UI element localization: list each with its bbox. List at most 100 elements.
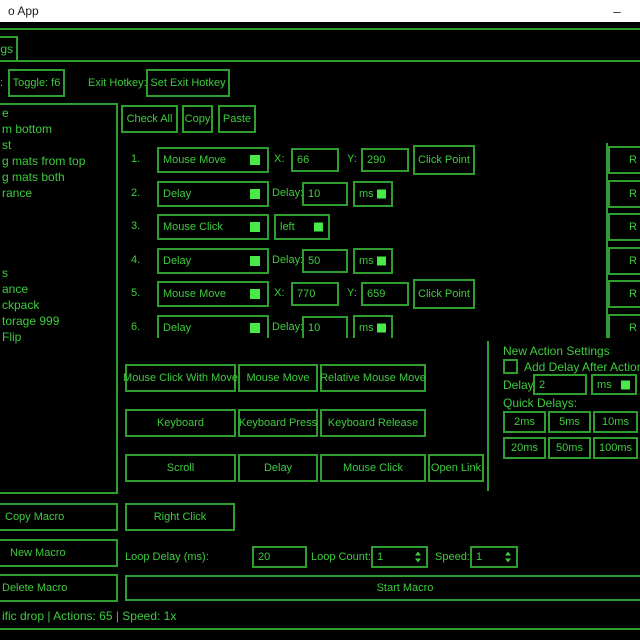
add-mouse-click-with-move-button[interactable]: Mouse Click With Move bbox=[125, 364, 236, 392]
copy-macro-button[interactable]: Copy Macro bbox=[0, 503, 118, 531]
minimize-icon: – bbox=[613, 4, 620, 19]
hotkey-label-fragment: : bbox=[0, 77, 3, 89]
action-type-dropdown[interactable]: Mouse Move bbox=[157, 147, 269, 173]
dropdown-indicator-icon bbox=[621, 380, 630, 389]
quick-delay-2ms-button[interactable]: 2ms bbox=[503, 411, 546, 433]
copy-button[interactable]: Copy bbox=[182, 105, 213, 133]
row-number: 6. bbox=[131, 321, 140, 333]
remove-button[interactable]: R bbox=[608, 180, 640, 208]
x-label: X: bbox=[274, 153, 284, 165]
new-action-settings-title: New Action Settings bbox=[503, 344, 610, 358]
paste-button[interactable]: Paste bbox=[218, 105, 256, 133]
delete-macro-button[interactable]: Delete Macro bbox=[0, 574, 118, 602]
delay-input[interactable]: 50 bbox=[302, 249, 348, 273]
dropdown-indicator-icon bbox=[250, 155, 260, 165]
spinner-up-icon[interactable] bbox=[505, 552, 511, 556]
settings-tab[interactable]: gs bbox=[0, 36, 18, 62]
title-bar: o App bbox=[0, 0, 640, 22]
add-delay-checkbox[interactable] bbox=[503, 359, 518, 374]
delay-input[interactable]: 10 bbox=[302, 182, 348, 206]
remove-button[interactable]: R bbox=[608, 314, 640, 338]
bottom-border-line bbox=[0, 628, 640, 630]
loop-delay-input[interactable]: 20 bbox=[252, 546, 307, 568]
new-macro-button[interactable]: New Macro bbox=[0, 539, 118, 567]
add-mouse-move-button[interactable]: Mouse Move bbox=[238, 364, 318, 392]
unit-dropdown[interactable]: ms bbox=[353, 248, 393, 274]
row-number: 3. bbox=[131, 220, 140, 232]
dropdown-indicator-icon bbox=[377, 324, 386, 333]
quick-delay-5ms-button[interactable]: 5ms bbox=[548, 411, 591, 433]
spinner-down-icon[interactable] bbox=[415, 559, 421, 563]
add-scroll-button[interactable]: Scroll bbox=[125, 454, 236, 482]
quick-delays-label: Quick Delays: bbox=[503, 396, 577, 410]
add-keyboard-release-button[interactable]: Keyboard Release bbox=[320, 409, 426, 437]
macro-list-item[interactable]: m bottom bbox=[2, 121, 52, 137]
add-right-click-button[interactable]: Right Click bbox=[125, 503, 235, 531]
x-input[interactable]: 66 bbox=[291, 148, 339, 172]
quick-delay-20ms-button[interactable]: 20ms bbox=[503, 437, 546, 459]
toggle-hotkey-button[interactable]: Toggle: f6 bbox=[8, 69, 65, 97]
remove-button[interactable]: R bbox=[608, 213, 640, 241]
exit-hotkey-label: Exit Hotkey: bbox=[88, 77, 147, 89]
quick-delay-100ms-button[interactable]: 100ms bbox=[593, 437, 638, 459]
minimize-button[interactable]: – bbox=[602, 0, 632, 22]
y-input[interactable]: 290 bbox=[361, 148, 409, 172]
action-type-dropdown[interactable]: Delay bbox=[157, 248, 269, 274]
unit-dropdown[interactable]: ms bbox=[353, 181, 393, 207]
x-label: X: bbox=[274, 287, 284, 299]
window-title: o App bbox=[0, 4, 39, 18]
menu-underline bbox=[0, 60, 640, 62]
click-point-button[interactable]: Click Point bbox=[413, 279, 475, 309]
macro-list-item[interactable]: g mats from top bbox=[2, 153, 85, 169]
action-type-dropdown[interactable]: Mouse Click bbox=[157, 214, 269, 240]
macro-list-item[interactable]: e bbox=[2, 105, 9, 121]
add-keyboard-press-button[interactable]: Keyboard Press bbox=[238, 409, 318, 437]
new-delay-input[interactable]: 2 bbox=[533, 374, 587, 395]
check-all-button[interactable]: Check All bbox=[121, 105, 178, 133]
add-open-link-button[interactable]: Open Link bbox=[428, 454, 484, 482]
add-keyboard-button[interactable]: Keyboard bbox=[125, 409, 236, 437]
quick-delay-50ms-button[interactable]: 50ms bbox=[548, 437, 591, 459]
unit-dropdown[interactable]: ms bbox=[353, 315, 393, 338]
dropdown-indicator-icon bbox=[314, 223, 323, 232]
macro-list-item[interactable]: ckpack bbox=[2, 297, 39, 313]
remove-button[interactable]: R bbox=[608, 146, 640, 174]
macro-list-item[interactable]: rance bbox=[2, 185, 32, 201]
add-delay-button[interactable]: Delay bbox=[238, 454, 318, 482]
delay-label: Delay: bbox=[272, 321, 303, 333]
macro-list-item[interactable]: st bbox=[2, 137, 11, 153]
status-text: ific drop | Actions: 65 | Speed: 1x bbox=[2, 609, 176, 623]
dropdown-indicator-icon bbox=[377, 257, 386, 266]
delay-input[interactable]: 10 bbox=[302, 316, 348, 338]
macro-list-item[interactable]: Flip bbox=[2, 329, 21, 345]
add-relative-mouse-move-button[interactable]: Relative Mouse Move bbox=[320, 364, 426, 392]
macro-list-item[interactable]: ance bbox=[2, 281, 28, 297]
start-macro-button[interactable]: Start Macro bbox=[125, 575, 640, 601]
macro-list-item[interactable]: g mats both bbox=[2, 169, 65, 185]
x-input[interactable]: 770 bbox=[291, 282, 339, 306]
new-unit-dropdown[interactable]: ms bbox=[591, 374, 637, 395]
set-exit-hotkey-button[interactable]: Set Exit Hotkey bbox=[146, 69, 230, 97]
add-mouse-click-button[interactable]: Mouse Click bbox=[320, 454, 426, 482]
remove-button[interactable]: R bbox=[608, 247, 640, 275]
delay-label: Delay: bbox=[272, 187, 303, 199]
new-action-settings-divider bbox=[487, 341, 489, 491]
mouse-button-dropdown[interactable]: left bbox=[274, 214, 330, 240]
action-type-dropdown[interactable]: Delay bbox=[157, 315, 269, 338]
spinner-down-icon[interactable] bbox=[505, 559, 511, 563]
quick-delay-10ms-button[interactable]: 10ms bbox=[593, 411, 638, 433]
dropdown-indicator-icon bbox=[250, 289, 260, 299]
macro-list-item[interactable]: torage 999 bbox=[2, 313, 59, 329]
dropdown-indicator-icon bbox=[250, 256, 260, 266]
macro-list-item[interactable]: s bbox=[2, 265, 8, 281]
speed-spinner[interactable]: 1 bbox=[470, 546, 518, 568]
action-type-dropdown[interactable]: Delay bbox=[157, 181, 269, 207]
new-delay-label: Delay: bbox=[503, 378, 537, 392]
spinner-up-icon[interactable] bbox=[415, 552, 421, 556]
macro-list: em bottomstg mats from topg mats bothran… bbox=[0, 103, 120, 494]
click-point-button[interactable]: Click Point bbox=[413, 145, 475, 175]
y-input[interactable]: 659 bbox=[361, 282, 409, 306]
loop-count-spinner[interactable]: 1 bbox=[371, 546, 428, 568]
action-type-dropdown[interactable]: Mouse Move bbox=[157, 281, 269, 307]
remove-button[interactable]: R bbox=[608, 280, 640, 308]
